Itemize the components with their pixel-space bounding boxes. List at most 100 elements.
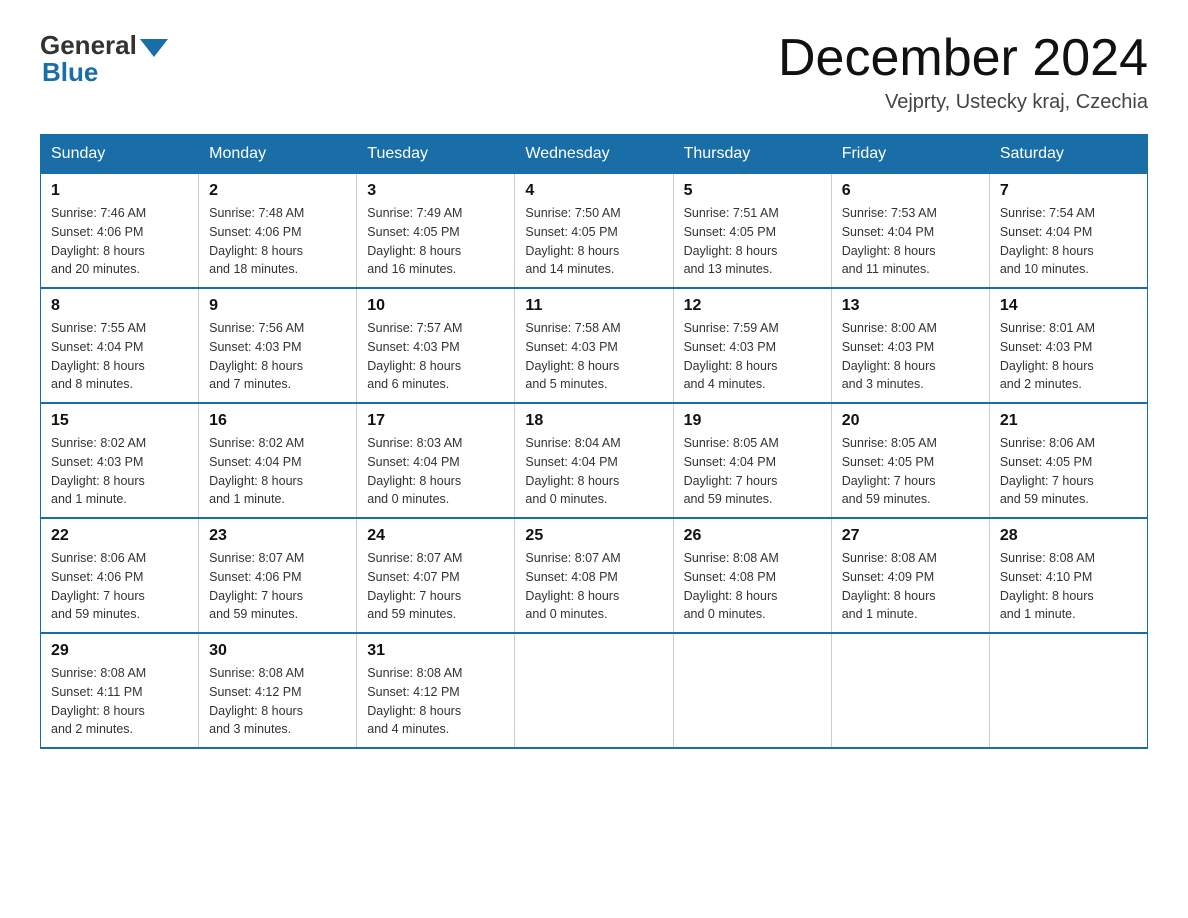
calendar-cell: 29 Sunrise: 8:08 AM Sunset: 4:11 PM Dayl… bbox=[41, 633, 199, 748]
day-info: Sunrise: 8:08 AM Sunset: 4:12 PM Dayligh… bbox=[209, 664, 346, 739]
day-info: Sunrise: 8:08 AM Sunset: 4:10 PM Dayligh… bbox=[1000, 549, 1137, 624]
calendar-cell: 20 Sunrise: 8:05 AM Sunset: 4:05 PM Dayl… bbox=[831, 403, 989, 518]
calendar-cell bbox=[515, 633, 673, 748]
calendar-cell: 5 Sunrise: 7:51 AM Sunset: 4:05 PM Dayli… bbox=[673, 174, 831, 289]
week-row-2: 8 Sunrise: 7:55 AM Sunset: 4:04 PM Dayli… bbox=[41, 288, 1148, 403]
day-number: 10 bbox=[367, 297, 504, 315]
week-row-1: 1 Sunrise: 7:46 AM Sunset: 4:06 PM Dayli… bbox=[41, 174, 1148, 289]
calendar-cell: 19 Sunrise: 8:05 AM Sunset: 4:04 PM Dayl… bbox=[673, 403, 831, 518]
day-info: Sunrise: 7:54 AM Sunset: 4:04 PM Dayligh… bbox=[1000, 204, 1137, 279]
logo: General Blue bbox=[40, 30, 168, 88]
day-number: 25 bbox=[525, 527, 662, 545]
day-info: Sunrise: 7:48 AM Sunset: 4:06 PM Dayligh… bbox=[209, 204, 346, 279]
day-info: Sunrise: 7:46 AM Sunset: 4:06 PM Dayligh… bbox=[51, 204, 188, 279]
calendar-cell: 24 Sunrise: 8:07 AM Sunset: 4:07 PM Dayl… bbox=[357, 518, 515, 633]
weekday-header-row: Sunday Monday Tuesday Wednesday Thursday… bbox=[41, 135, 1148, 174]
day-number: 24 bbox=[367, 527, 504, 545]
header-monday: Monday bbox=[199, 135, 357, 174]
day-number: 1 bbox=[51, 182, 188, 200]
day-info: Sunrise: 7:57 AM Sunset: 4:03 PM Dayligh… bbox=[367, 319, 504, 394]
day-info: Sunrise: 8:05 AM Sunset: 4:05 PM Dayligh… bbox=[842, 434, 979, 509]
day-number: 26 bbox=[684, 527, 821, 545]
calendar-cell: 7 Sunrise: 7:54 AM Sunset: 4:04 PM Dayli… bbox=[989, 174, 1147, 289]
calendar-cell: 30 Sunrise: 8:08 AM Sunset: 4:12 PM Dayl… bbox=[199, 633, 357, 748]
day-info: Sunrise: 7:58 AM Sunset: 4:03 PM Dayligh… bbox=[525, 319, 662, 394]
week-row-3: 15 Sunrise: 8:02 AM Sunset: 4:03 PM Dayl… bbox=[41, 403, 1148, 518]
logo-arrow-icon bbox=[140, 39, 168, 57]
day-info: Sunrise: 7:56 AM Sunset: 4:03 PM Dayligh… bbox=[209, 319, 346, 394]
day-number: 4 bbox=[525, 182, 662, 200]
day-info: Sunrise: 8:08 AM Sunset: 4:08 PM Dayligh… bbox=[684, 549, 821, 624]
day-info: Sunrise: 8:08 AM Sunset: 4:11 PM Dayligh… bbox=[51, 664, 188, 739]
day-number: 23 bbox=[209, 527, 346, 545]
calendar-cell: 11 Sunrise: 7:58 AM Sunset: 4:03 PM Dayl… bbox=[515, 288, 673, 403]
calendar-cell: 28 Sunrise: 8:08 AM Sunset: 4:10 PM Dayl… bbox=[989, 518, 1147, 633]
calendar-cell: 23 Sunrise: 8:07 AM Sunset: 4:06 PM Dayl… bbox=[199, 518, 357, 633]
calendar-cell: 13 Sunrise: 8:00 AM Sunset: 4:03 PM Dayl… bbox=[831, 288, 989, 403]
day-info: Sunrise: 7:55 AM Sunset: 4:04 PM Dayligh… bbox=[51, 319, 188, 394]
day-info: Sunrise: 8:01 AM Sunset: 4:03 PM Dayligh… bbox=[1000, 319, 1137, 394]
week-row-5: 29 Sunrise: 8:08 AM Sunset: 4:11 PM Dayl… bbox=[41, 633, 1148, 748]
day-number: 14 bbox=[1000, 297, 1137, 315]
day-number: 18 bbox=[525, 412, 662, 430]
day-number: 30 bbox=[209, 642, 346, 660]
header-wednesday: Wednesday bbox=[515, 135, 673, 174]
day-info: Sunrise: 8:07 AM Sunset: 4:06 PM Dayligh… bbox=[209, 549, 346, 624]
day-number: 22 bbox=[51, 527, 188, 545]
day-info: Sunrise: 8:07 AM Sunset: 4:08 PM Dayligh… bbox=[525, 549, 662, 624]
day-number: 13 bbox=[842, 297, 979, 315]
calendar-cell: 4 Sunrise: 7:50 AM Sunset: 4:05 PM Dayli… bbox=[515, 174, 673, 289]
page-header: General Blue December 2024 Vejprty, Uste… bbox=[40, 30, 1148, 114]
day-info: Sunrise: 8:04 AM Sunset: 4:04 PM Dayligh… bbox=[525, 434, 662, 509]
calendar-cell: 21 Sunrise: 8:06 AM Sunset: 4:05 PM Dayl… bbox=[989, 403, 1147, 518]
calendar-cell bbox=[831, 633, 989, 748]
calendar-table: Sunday Monday Tuesday Wednesday Thursday… bbox=[40, 134, 1148, 749]
day-info: Sunrise: 8:02 AM Sunset: 4:04 PM Dayligh… bbox=[209, 434, 346, 509]
calendar-cell: 10 Sunrise: 7:57 AM Sunset: 4:03 PM Dayl… bbox=[357, 288, 515, 403]
day-info: Sunrise: 7:59 AM Sunset: 4:03 PM Dayligh… bbox=[684, 319, 821, 394]
day-info: Sunrise: 7:51 AM Sunset: 4:05 PM Dayligh… bbox=[684, 204, 821, 279]
day-number: 9 bbox=[209, 297, 346, 315]
header-saturday: Saturday bbox=[989, 135, 1147, 174]
day-number: 21 bbox=[1000, 412, 1137, 430]
calendar-cell: 6 Sunrise: 7:53 AM Sunset: 4:04 PM Dayli… bbox=[831, 174, 989, 289]
day-number: 8 bbox=[51, 297, 188, 315]
calendar-cell: 16 Sunrise: 8:02 AM Sunset: 4:04 PM Dayl… bbox=[199, 403, 357, 518]
calendar-cell: 31 Sunrise: 8:08 AM Sunset: 4:12 PM Dayl… bbox=[357, 633, 515, 748]
day-info: Sunrise: 8:03 AM Sunset: 4:04 PM Dayligh… bbox=[367, 434, 504, 509]
day-number: 29 bbox=[51, 642, 188, 660]
day-number: 3 bbox=[367, 182, 504, 200]
calendar-cell: 17 Sunrise: 8:03 AM Sunset: 4:04 PM Dayl… bbox=[357, 403, 515, 518]
logo-blue-text: Blue bbox=[40, 57, 98, 88]
calendar-cell: 12 Sunrise: 7:59 AM Sunset: 4:03 PM Dayl… bbox=[673, 288, 831, 403]
calendar-cell: 3 Sunrise: 7:49 AM Sunset: 4:05 PM Dayli… bbox=[357, 174, 515, 289]
day-number: 17 bbox=[367, 412, 504, 430]
day-info: Sunrise: 8:05 AM Sunset: 4:04 PM Dayligh… bbox=[684, 434, 821, 509]
month-title: December 2024 bbox=[778, 30, 1148, 87]
calendar-cell: 15 Sunrise: 8:02 AM Sunset: 4:03 PM Dayl… bbox=[41, 403, 199, 518]
calendar-cell: 18 Sunrise: 8:04 AM Sunset: 4:04 PM Dayl… bbox=[515, 403, 673, 518]
day-info: Sunrise: 8:08 AM Sunset: 4:12 PM Dayligh… bbox=[367, 664, 504, 739]
header-friday: Friday bbox=[831, 135, 989, 174]
day-number: 11 bbox=[525, 297, 662, 315]
day-info: Sunrise: 7:49 AM Sunset: 4:05 PM Dayligh… bbox=[367, 204, 504, 279]
calendar-cell: 27 Sunrise: 8:08 AM Sunset: 4:09 PM Dayl… bbox=[831, 518, 989, 633]
day-number: 2 bbox=[209, 182, 346, 200]
calendar-cell: 2 Sunrise: 7:48 AM Sunset: 4:06 PM Dayli… bbox=[199, 174, 357, 289]
day-info: Sunrise: 8:02 AM Sunset: 4:03 PM Dayligh… bbox=[51, 434, 188, 509]
day-number: 27 bbox=[842, 527, 979, 545]
day-info: Sunrise: 8:07 AM Sunset: 4:07 PM Dayligh… bbox=[367, 549, 504, 624]
calendar-cell: 25 Sunrise: 8:07 AM Sunset: 4:08 PM Dayl… bbox=[515, 518, 673, 633]
title-area: December 2024 Vejprty, Ustecky kraj, Cze… bbox=[778, 30, 1148, 114]
calendar-cell: 9 Sunrise: 7:56 AM Sunset: 4:03 PM Dayli… bbox=[199, 288, 357, 403]
day-info: Sunrise: 8:00 AM Sunset: 4:03 PM Dayligh… bbox=[842, 319, 979, 394]
day-number: 31 bbox=[367, 642, 504, 660]
day-info: Sunrise: 8:08 AM Sunset: 4:09 PM Dayligh… bbox=[842, 549, 979, 624]
location-text: Vejprty, Ustecky kraj, Czechia bbox=[778, 91, 1148, 114]
day-number: 19 bbox=[684, 412, 821, 430]
day-info: Sunrise: 7:50 AM Sunset: 4:05 PM Dayligh… bbox=[525, 204, 662, 279]
day-info: Sunrise: 7:53 AM Sunset: 4:04 PM Dayligh… bbox=[842, 204, 979, 279]
day-number: 20 bbox=[842, 412, 979, 430]
calendar-cell: 8 Sunrise: 7:55 AM Sunset: 4:04 PM Dayli… bbox=[41, 288, 199, 403]
day-number: 16 bbox=[209, 412, 346, 430]
